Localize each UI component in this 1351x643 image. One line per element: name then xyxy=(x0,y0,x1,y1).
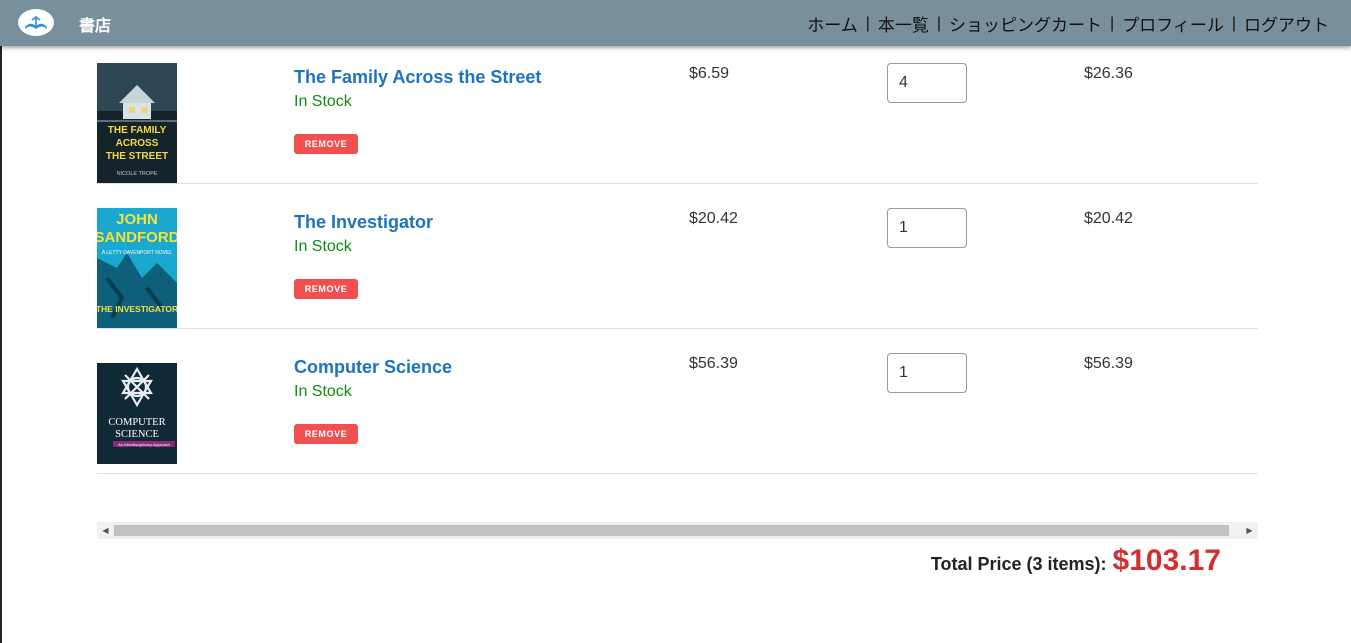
unit-price: $6.59 xyxy=(689,65,730,82)
svg-text:SCIENCE: SCIENCE xyxy=(115,429,159,440)
svg-text:THE STREET: THE STREET xyxy=(106,151,168,162)
svg-text:THE FAMILY: THE FAMILY xyxy=(108,125,167,136)
quantity-input[interactable] xyxy=(887,208,967,248)
unit-price: $56.39 xyxy=(689,355,738,372)
navbar: 書店 ホーム | 本一覧 | ショッピングカート | プロフィール | ログアウ… xyxy=(0,0,1351,46)
nav-home[interactable]: ホーム xyxy=(807,11,858,36)
line-subtotal: $56.39 xyxy=(1084,355,1133,372)
stock-status: In Stock xyxy=(294,93,352,110)
open-book-icon[interactable] xyxy=(18,9,54,36)
svg-text:NICOLE TROPE: NICOLE TROPE xyxy=(117,171,158,177)
nav-logout[interactable]: ログアウト xyxy=(1244,11,1329,36)
svg-text:COMPUTER: COMPUTER xyxy=(108,417,165,428)
nav-book-list[interactable]: 本一覧 xyxy=(878,11,929,36)
scroll-left-arrow-icon[interactable]: ◀ xyxy=(97,522,114,539)
nav-separator: | xyxy=(1231,14,1236,32)
svg-text:THE INVESTIGATOR: THE INVESTIGATOR xyxy=(97,304,177,314)
book-title-link[interactable]: The Family Across the Street xyxy=(294,67,541,88)
cart-total: Total Price (3 items): $103.17 xyxy=(931,544,1221,578)
svg-text:JOHN: JOHN xyxy=(116,211,158,228)
book-cover-computer-science[interactable]: COMPUTER SCIENCE An Interdisciplinary Ap… xyxy=(97,363,177,464)
horizontal-scrollbar[interactable]: ◀ ▶ xyxy=(97,522,1258,539)
cart-row: THE FAMILY ACROSS THE STREET NICOLE TROP… xyxy=(97,46,1258,184)
nav-shopping-cart[interactable]: ショッピングカート xyxy=(949,11,1102,36)
cart-row: JOHN SANDFORD A LETTY DAVENPORT NOVEL TH… xyxy=(97,184,1258,329)
nav-separator: | xyxy=(936,14,942,32)
scroll-right-arrow-icon[interactable]: ▶ xyxy=(1241,522,1258,539)
svg-text:SANDFORD: SANDFORD xyxy=(97,229,177,246)
stock-status: In Stock xyxy=(294,383,352,400)
svg-text:A LETTY DAVENPORT NOVEL: A LETTY DAVENPORT NOVEL xyxy=(102,250,172,256)
cart-row: COMPUTER SCIENCE An Interdisciplinary Ap… xyxy=(97,329,1258,474)
line-subtotal: $20.42 xyxy=(1084,210,1133,227)
brand-name[interactable]: 書店 xyxy=(79,12,111,36)
remove-button[interactable]: REMOVE xyxy=(294,279,358,299)
quantity-input[interactable] xyxy=(887,353,967,393)
total-price-label: Total Price (3 items): xyxy=(930,554,1107,574)
book-cover-the-investigator[interactable]: JOHN SANDFORD A LETTY DAVENPORT NOVEL TH… xyxy=(97,208,177,328)
cart-item-list: THE FAMILY ACROSS THE STREET NICOLE TROP… xyxy=(97,46,1258,474)
nav-separator: | xyxy=(1110,14,1115,32)
book-title-link[interactable]: Computer Science xyxy=(294,357,452,378)
total-price-value: $103.17 xyxy=(1112,544,1221,577)
book-cover-family-across-the-street[interactable]: THE FAMILY ACROSS THE STREET NICOLE TROP… xyxy=(97,63,177,183)
nav-links: ホーム | 本一覧 | ショッピングカート | プロフィール | ログアウト xyxy=(807,11,1329,36)
window-left-edge xyxy=(0,46,2,643)
remove-button[interactable]: REMOVE xyxy=(294,134,358,154)
quantity-input[interactable] xyxy=(887,63,967,103)
svg-text:ACROSS: ACROSS xyxy=(116,138,159,149)
line-subtotal: $26.36 xyxy=(1084,65,1133,82)
svg-text:An Interdisciplinary Approach: An Interdisciplinary Approach xyxy=(118,442,170,447)
remove-button[interactable]: REMOVE xyxy=(294,424,358,444)
stock-status: In Stock xyxy=(294,238,352,255)
scrollbar-thumb[interactable] xyxy=(114,525,1229,536)
unit-price: $20.42 xyxy=(689,210,738,227)
nav-separator: | xyxy=(865,14,870,32)
book-title-link[interactable]: The Investigator xyxy=(294,212,433,233)
nav-profile[interactable]: プロフィール xyxy=(1122,11,1224,36)
